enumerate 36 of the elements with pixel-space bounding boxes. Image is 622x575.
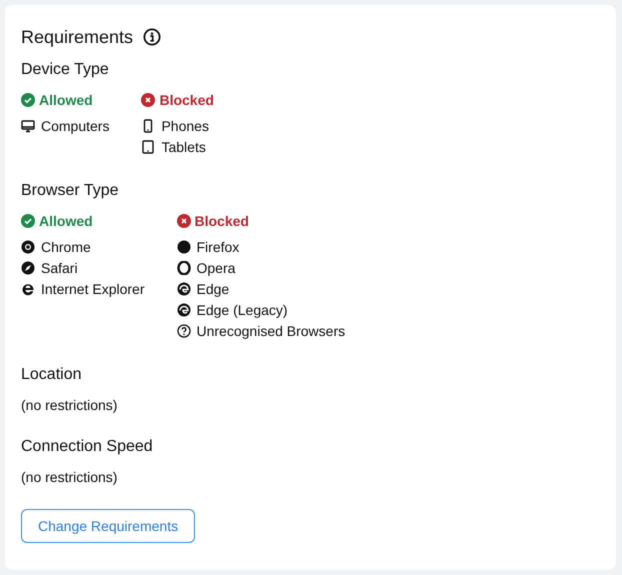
item-label: Safari	[41, 260, 78, 276]
status-label: Allowed	[39, 213, 93, 229]
change-requirements-button[interactable]: Change Requirements	[21, 509, 196, 543]
item-label: Computers	[41, 118, 110, 134]
status-label: Allowed	[39, 92, 93, 108]
status-label: Blocked	[159, 92, 214, 108]
tablet-icon	[141, 140, 156, 154]
item-label: Internet Explorer	[41, 280, 144, 296]
item-label: Edge (Legacy)	[196, 302, 288, 318]
ie-icon	[21, 282, 35, 296]
page-title: Requirements	[21, 26, 134, 48]
check-icon	[21, 214, 35, 228]
restriction-text: (no restrictions)	[21, 469, 118, 485]
info-icon[interactable]	[143, 28, 162, 46]
item-label: Phones	[161, 118, 209, 134]
section-heading: Location	[21, 365, 82, 385]
edge-icon	[176, 282, 190, 296]
section-heading: Browser Type	[21, 181, 120, 201]
x-icon	[141, 93, 156, 107]
section-heading: Connection Speed	[21, 437, 154, 457]
question-icon	[176, 324, 190, 338]
item-label: Unrecognised Browsers	[196, 322, 346, 338]
item-label: Tablets	[161, 138, 206, 154]
item-label: Edge	[196, 280, 230, 296]
x-icon	[176, 214, 190, 228]
opera-icon	[176, 260, 190, 274]
compass-icon	[21, 260, 35, 274]
item-label: Firefox	[196, 238, 240, 254]
status-label: Blocked	[194, 213, 249, 229]
section-heading: Device Type	[21, 60, 110, 80]
check-icon	[21, 93, 35, 107]
restriction-text: (no restrictions)	[21, 397, 118, 413]
monitor-icon	[21, 118, 35, 132]
item-label: Chrome	[41, 238, 91, 254]
edge-icon	[176, 302, 190, 316]
item-label: Opera	[196, 260, 236, 276]
